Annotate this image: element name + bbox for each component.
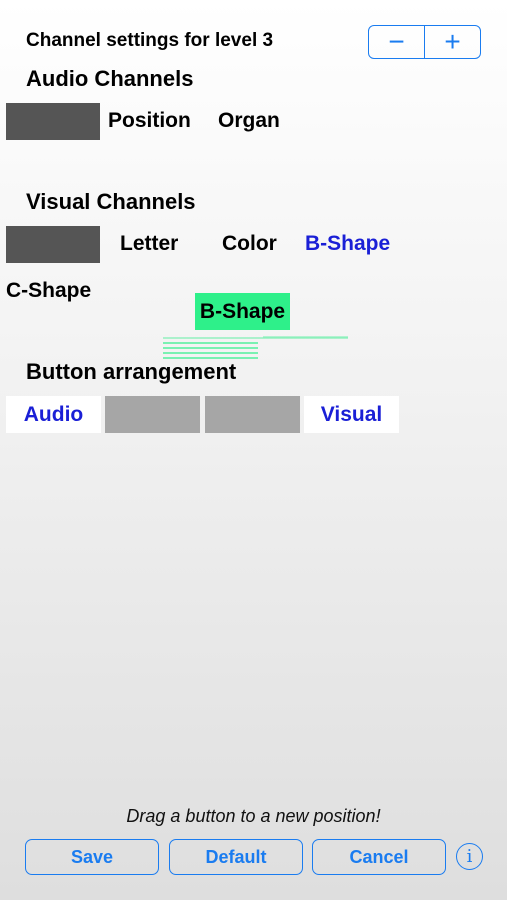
audio-empty-slot[interactable] (6, 103, 100, 140)
visual-channels-heading: Visual Channels (26, 189, 196, 214)
save-button[interactable]: Save (25, 839, 159, 875)
default-button[interactable]: Default (169, 839, 303, 875)
level-stepper[interactable]: − + (368, 25, 481, 59)
visual-channel-color[interactable]: Color (222, 226, 277, 262)
arrangement-cell-empty-2[interactable] (205, 396, 300, 433)
dragging-b-shape-button[interactable]: B-Shape (195, 293, 290, 330)
page-title: Channel settings for level 3 (26, 30, 274, 51)
arrangement-cell-visual[interactable]: Visual (304, 396, 399, 433)
arrangement-cell-empty-1[interactable] (105, 396, 200, 433)
visual-channel-b-shape[interactable]: B-Shape (305, 226, 390, 262)
audio-channels-heading: Audio Channels (26, 66, 194, 91)
visual-empty-slot[interactable] (6, 226, 100, 263)
drag-hint: Drag a button to a new position! (126, 806, 381, 826)
visual-channel-c-shape[interactable]: C-Shape (6, 273, 91, 309)
audio-channel-position[interactable]: Position (108, 103, 191, 139)
audio-channel-organ[interactable]: Organ (218, 103, 280, 139)
visual-channel-letter[interactable]: Letter (120, 226, 178, 262)
arrangement-cell-audio[interactable]: Audio (6, 396, 101, 433)
minus-icon[interactable]: − (369, 26, 424, 58)
plus-icon[interactable]: + (424, 26, 480, 58)
cancel-button[interactable]: Cancel (312, 839, 446, 875)
info-icon[interactable]: i (456, 843, 483, 870)
button-arrangement-heading: Button arrangement (26, 359, 237, 384)
